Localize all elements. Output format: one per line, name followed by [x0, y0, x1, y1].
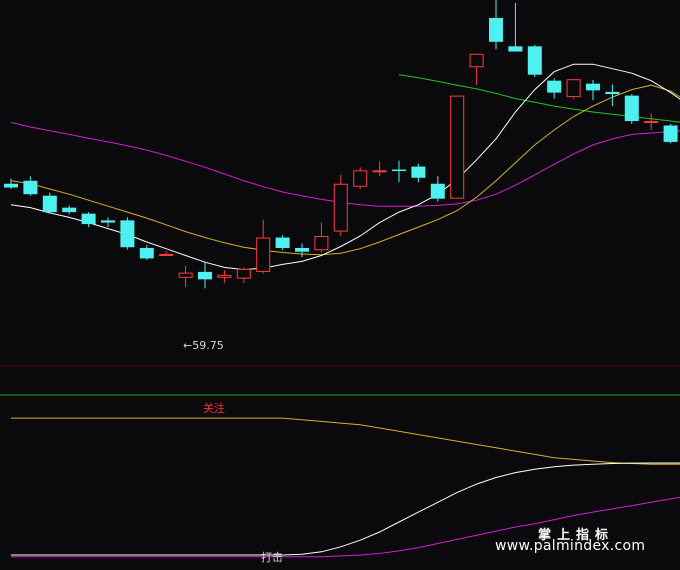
candle-body: [42, 195, 57, 213]
candle: [430, 176, 445, 202]
candle-body: [256, 237, 271, 272]
candle: [489, 0, 503, 50]
candle: [101, 217, 115, 228]
candle: [353, 167, 368, 189]
candle: [139, 244, 154, 260]
candle: [372, 161, 387, 177]
candle: [333, 174, 348, 237]
daji-label: 打击: [261, 551, 283, 564]
guanzhu-indicator-line: [11, 417, 680, 465]
candle: [508, 2, 523, 52]
low-price-label: ←59.75: [183, 339, 224, 352]
candle-body: [547, 80, 562, 93]
candle: [663, 123, 678, 144]
candle: [198, 261, 212, 289]
candle-body: [372, 170, 387, 173]
candle-body: [101, 220, 115, 223]
candle-body: [120, 220, 135, 248]
candle-body: [508, 46, 523, 52]
candle: [295, 243, 309, 257]
candle: [62, 205, 77, 215]
candle: [314, 222, 329, 253]
candle-body: [527, 46, 542, 75]
watermark-url: www.palmindex.com: [495, 538, 646, 554]
candle-body: [23, 180, 38, 195]
candle-body: [411, 166, 426, 178]
candle-body: [275, 237, 290, 248]
candle: [236, 267, 251, 284]
candle: [81, 212, 96, 228]
candle: [42, 192, 57, 214]
candlestick-chart: [0, 0, 680, 558]
candle: [411, 163, 426, 183]
candle-body: [217, 274, 232, 278]
candle-body: [333, 183, 348, 232]
candle: [256, 219, 271, 274]
candle: [4, 178, 18, 189]
candle-body: [295, 247, 309, 252]
candle: [547, 78, 562, 99]
candle: [275, 235, 290, 251]
candle-body: [353, 170, 368, 187]
candle-body: [644, 121, 659, 124]
candle: [392, 160, 406, 183]
candle-body: [663, 125, 678, 142]
candle-body: [62, 207, 77, 213]
candle-body: [624, 95, 639, 122]
candle-body: [469, 53, 484, 68]
candles: [4, 0, 678, 289]
candle: [566, 79, 581, 99]
candle: [120, 217, 135, 250]
candle: [450, 95, 465, 199]
candle-body: [178, 272, 193, 278]
candle-body: [605, 91, 620, 95]
candle: [23, 176, 38, 196]
candle: [527, 44, 542, 77]
candle: [159, 250, 174, 256]
candle-body: [198, 271, 212, 280]
candle: [586, 79, 600, 101]
candle-body: [139, 247, 154, 259]
candle-body: [566, 79, 581, 98]
candle-body: [430, 183, 445, 199]
candle: [469, 53, 484, 86]
candle: [644, 113, 659, 130]
candle: [217, 270, 232, 284]
candle-body: [81, 213, 96, 225]
candle-body: [159, 253, 174, 256]
candle: [178, 265, 193, 287]
candle-body: [4, 183, 18, 188]
candle-body: [392, 169, 406, 172]
guanzhu-label: 关注: [203, 402, 225, 415]
candle-body: [236, 268, 251, 279]
candle-body: [314, 236, 329, 251]
candle-body: [586, 83, 600, 91]
candle-body: [450, 95, 465, 199]
candle: [624, 94, 639, 124]
candle-body: [489, 17, 503, 42]
